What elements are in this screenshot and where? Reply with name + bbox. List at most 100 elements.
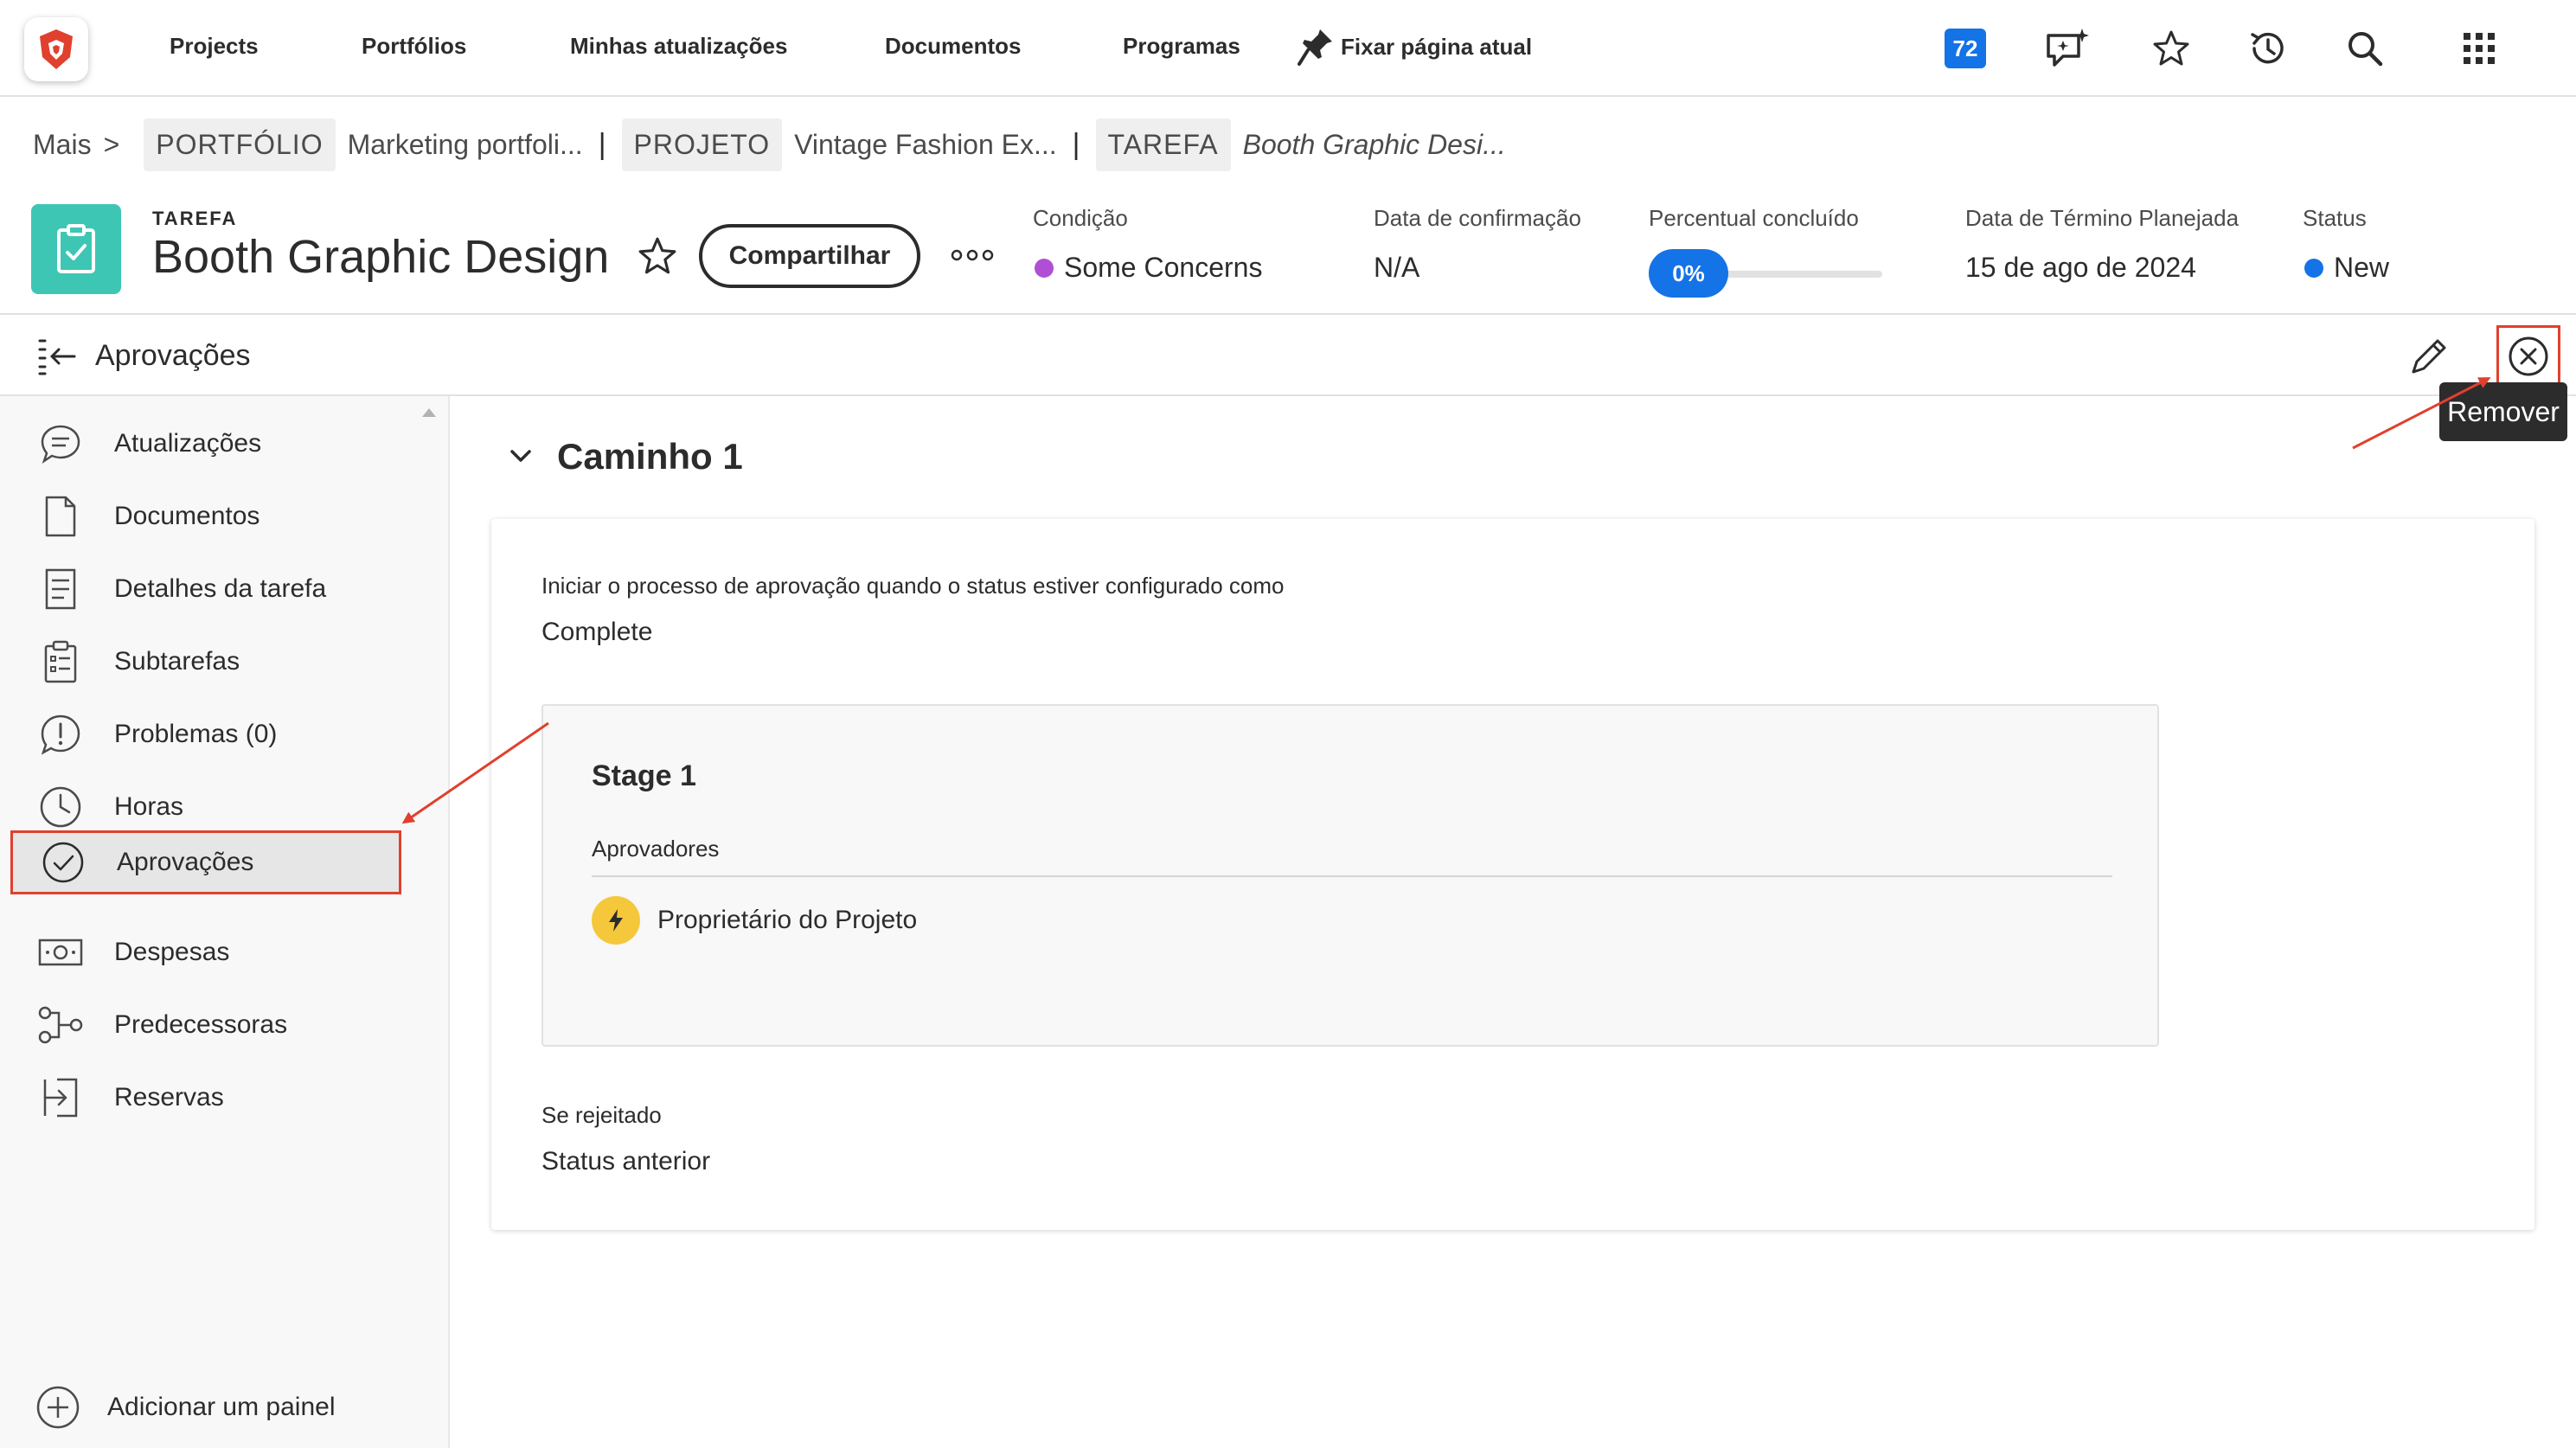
recents-button[interactable] — [2242, 22, 2294, 74]
sidebar-item-predecessors[interactable]: Predecessoras — [35, 995, 433, 1055]
remove-tooltip: Remover — [2439, 382, 2567, 441]
breadcrumb-chevron-icon: > — [103, 128, 120, 160]
approver-item: Proprietário do Projeto — [592, 896, 917, 945]
panel-title: Aprovações — [95, 339, 251, 372]
sidebar-item-label: Detalhes da tarefa — [114, 574, 327, 603]
status-field[interactable]: New — [2304, 252, 2389, 284]
breadcrumb-separator: | — [1072, 127, 1080, 161]
add-panel-button[interactable]: Adicionar um painel — [35, 1384, 335, 1431]
favorites-button[interactable] — [2145, 22, 2197, 74]
app-logo-icon — [40, 29, 73, 69]
clipboard-check-icon — [57, 224, 95, 273]
page-title: Booth Graphic Design — [152, 231, 610, 283]
check-circle-icon — [37, 836, 89, 888]
breadcrumb-task-tag: TAREFA — [1095, 118, 1231, 171]
login-icon — [35, 1072, 87, 1124]
document-icon — [35, 490, 87, 542]
approval-path-card: Iniciar o processo de aprovação quando o… — [491, 519, 2534, 1230]
status-value: New — [2334, 252, 2390, 283]
approval-stage: Stage 1 Aprovadores Proprietário do Proj… — [541, 704, 2159, 1047]
clipboard-list-icon — [35, 636, 87, 688]
condition-value: Some Concerns — [1064, 252, 1263, 283]
start-condition-label: Iniciar o processo de aprovação quando o… — [541, 573, 1285, 599]
collapse-sidebar-icon[interactable] — [35, 334, 80, 379]
breadcrumb-project-tag: PROJETO — [621, 118, 783, 171]
breadcrumb-portfolio-tag: PORTFÓLIO — [144, 118, 336, 171]
history-icon — [2251, 32, 2284, 64]
flow-icon — [35, 999, 87, 1051]
sidebar-item-expenses[interactable]: Despesas — [35, 922, 433, 983]
pin-current-page[interactable]: Fixar página atual — [1298, 26, 1532, 67]
more-options-button[interactable] — [946, 234, 998, 277]
sidebar: Atualizações Documentos Detalhes da tare… — [0, 396, 450, 1448]
sidebar-item-label: Horas — [114, 792, 184, 821]
chevron-down-icon[interactable] — [502, 438, 540, 476]
sidebar-item-issues[interactable]: Problemas (0) — [35, 704, 433, 765]
sidebar-item-updates[interactable]: Atualizações — [35, 413, 433, 474]
lightning-bolt-icon — [592, 896, 640, 945]
comment-icon — [35, 418, 87, 470]
remove-button[interactable] — [2496, 325, 2560, 388]
sidebar-item-label: Problemas (0) — [114, 720, 278, 748]
favorite-toggle[interactable] — [631, 230, 683, 282]
approver-name: Proprietário do Projeto — [657, 906, 918, 934]
planned-completion-label: Data de Término Planejada — [1965, 205, 2240, 231]
pin-icon — [1298, 29, 1332, 66]
whats-new-icon — [2047, 29, 2089, 67]
commit-date-value[interactable]: N/A — [1374, 252, 1419, 284]
star-icon — [638, 237, 676, 274]
share-button[interactable]: Compartilhar — [699, 224, 920, 288]
planned-completion-value[interactable]: 15 de ago de 2024 — [1965, 252, 2196, 284]
more-horizontal-icon — [951, 249, 994, 261]
if-rejected-value: Status anterior — [541, 1147, 711, 1176]
sidebar-item-label: Predecessoras — [114, 1010, 288, 1039]
object-type-label: TAREFA — [152, 208, 238, 229]
breadcrumb-more[interactable]: Mais — [33, 129, 92, 161]
commit-date-label: Data de confirmação — [1374, 205, 1581, 231]
status-dot — [2304, 258, 2323, 278]
breadcrumb-task-current: Booth Graphic Desi... — [1242, 128, 1506, 160]
sidebar-item-hours[interactable]: Horas — [35, 777, 433, 837]
breadcrumb-project-link[interactable]: Vintage Fashion Ex... — [794, 129, 1057, 161]
add-panel-label: Adicionar um painel — [107, 1393, 336, 1421]
condition-field[interactable]: Some Concerns — [1035, 252, 1262, 284]
app-logo[interactable] — [24, 17, 88, 81]
whats-new-button[interactable] — [2041, 22, 2093, 74]
sidebar-item-bookings[interactable]: Reservas — [35, 1067, 433, 1128]
stage-divider — [592, 875, 2112, 877]
close-circle-icon — [2509, 336, 2548, 376]
breadcrumb-portfolio-link[interactable]: Marketing portfoli... — [348, 129, 583, 161]
details-icon — [35, 563, 87, 615]
nav-programs[interactable]: Programas — [1123, 33, 1240, 60]
sidebar-item-label: Subtarefas — [114, 647, 240, 676]
breadcrumb-separator: | — [598, 127, 606, 161]
search-button[interactable] — [2339, 22, 2391, 74]
sidebar-item-task-details[interactable]: Detalhes da tarefa — [35, 559, 433, 619]
approval-path-title: Caminho 1 — [557, 436, 743, 477]
sidebar-item-label: Aprovações — [117, 848, 254, 876]
nav-documents[interactable]: Documentos — [885, 33, 1021, 60]
condition-label: Condição — [1033, 205, 1128, 231]
status-label: Status — [2303, 205, 2367, 231]
sidebar-item-approvals[interactable]: Aprovações — [10, 830, 401, 894]
sidebar-item-label: Reservas — [114, 1083, 224, 1112]
stage-title: Stage 1 — [592, 759, 696, 792]
edit-pencil-icon[interactable] — [2405, 332, 2453, 381]
clock-icon — [35, 781, 87, 833]
sidebar-item-documents[interactable]: Documentos — [35, 486, 433, 547]
star-icon — [2153, 30, 2189, 66]
panel-header: Aprovações — [0, 313, 2576, 396]
sidebar-item-label: Despesas — [114, 938, 230, 966]
task-type-icon — [31, 204, 121, 294]
notifications-badge[interactable]: 72 — [1945, 29, 1986, 68]
percent-complete-value[interactable]: 0% — [1649, 249, 1728, 298]
app-launcher-button[interactable] — [2453, 22, 2505, 74]
top-navigation: Projects Portfólios Minhas atualizações … — [0, 0, 2576, 97]
issue-alert-icon — [35, 708, 87, 760]
nav-portfolios[interactable]: Portfólios — [362, 33, 466, 60]
sidebar-item-label: Atualizações — [114, 429, 262, 458]
nav-my-updates[interactable]: Minhas atualizações — [570, 33, 787, 60]
sidebar-item-subtasks[interactable]: Subtarefas — [35, 631, 433, 692]
start-condition-value: Complete — [541, 618, 653, 646]
nav-projects[interactable]: Projects — [170, 33, 259, 60]
